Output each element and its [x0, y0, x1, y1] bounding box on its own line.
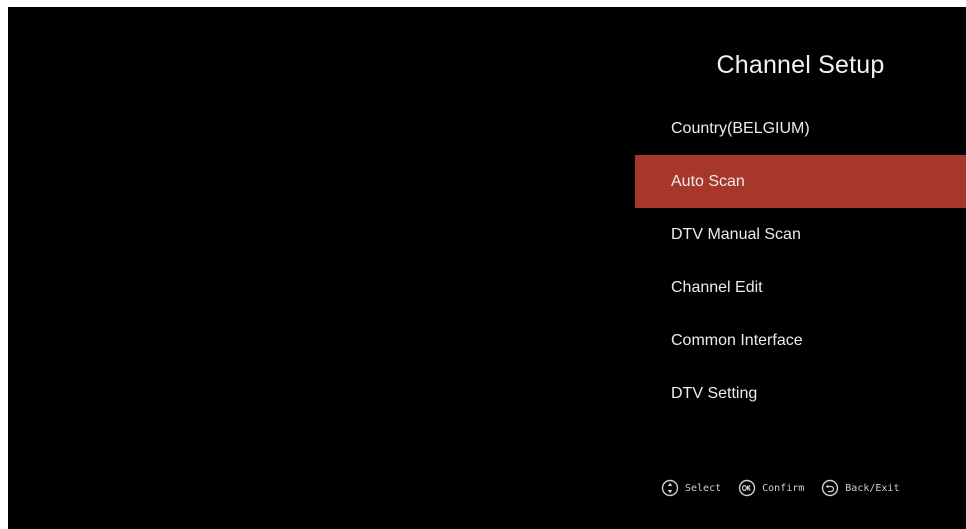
help-select: Select	[661, 479, 721, 497]
menu-item-common-interface[interactable]: Common Interface	[635, 314, 966, 367]
help-back-label: Back/Exit	[845, 482, 900, 494]
menu-title: Channel Setup	[716, 51, 885, 79]
help-select-label: Select	[685, 482, 722, 494]
menu-item-dtv-manual-scan[interactable]: DTV Manual Scan	[635, 208, 966, 261]
tv-screen: Channel Setup Country(BELGIUM) Auto Scan…	[8, 7, 966, 529]
help-bar: Select Confirm Back/Exit	[661, 479, 899, 497]
menu-item-country[interactable]: Country(BELGIUM)	[635, 102, 966, 155]
menu-item-auto-scan[interactable]: Auto Scan	[635, 155, 966, 208]
updown-circle-icon	[661, 479, 679, 497]
back-arrow-circle-icon	[821, 479, 839, 497]
menu-list: Country(BELGIUM) Auto Scan DTV Manual Sc…	[635, 102, 966, 420]
menu-item-channel-edit[interactable]: Channel Edit	[635, 261, 966, 314]
menu-item-dtv-setting[interactable]: DTV Setting	[635, 367, 966, 420]
channel-setup-menu: Channel Setup Country(BELGIUM) Auto Scan…	[635, 7, 966, 529]
ok-circle-icon	[738, 479, 756, 497]
help-confirm: Confirm	[738, 479, 804, 497]
help-confirm-label: Confirm	[762, 482, 805, 494]
help-back: Back/Exit	[821, 479, 899, 497]
